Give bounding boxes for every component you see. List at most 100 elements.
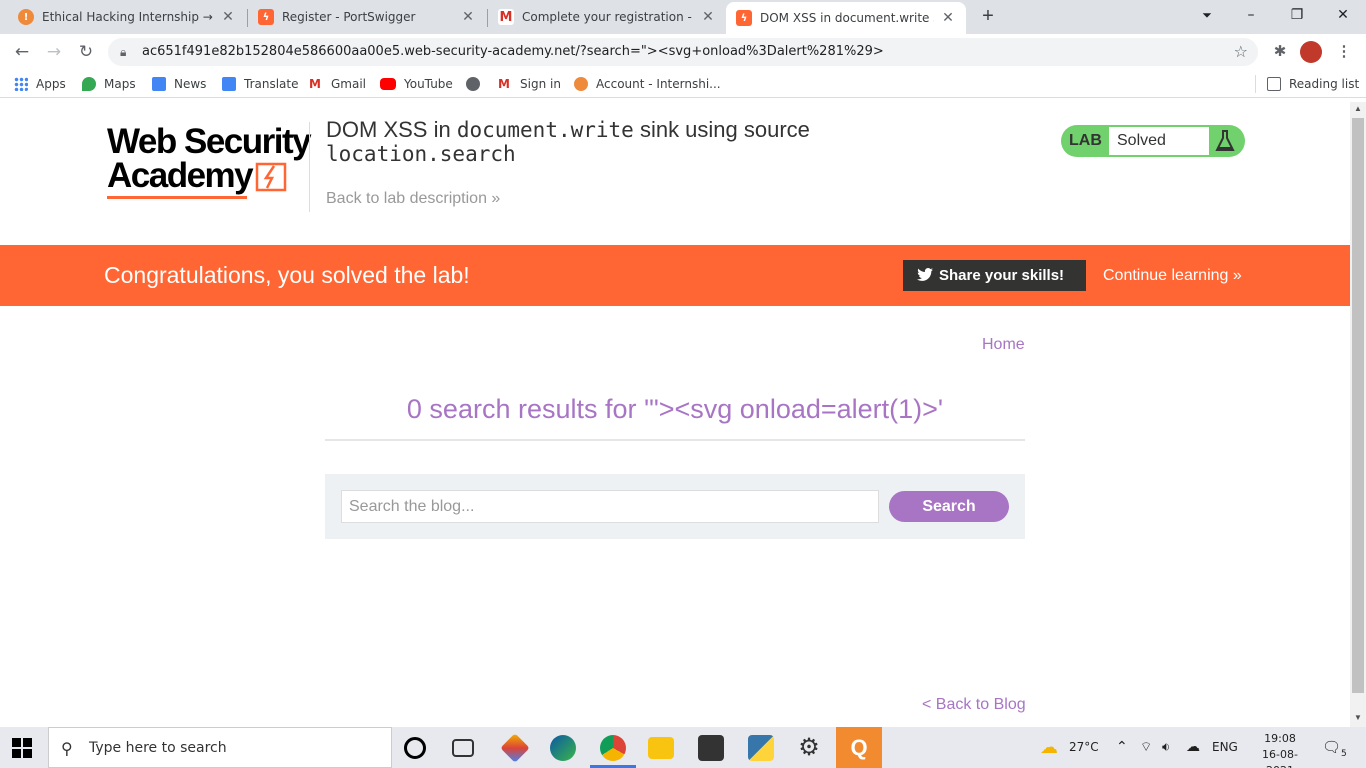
blog-search-input[interactable]: Search the blog... xyxy=(341,490,879,523)
chrome-icon[interactable] xyxy=(600,735,626,761)
browser-tab-active[interactable]: ϟ DOM XSS in document.write sink ✕ xyxy=(726,2,966,34)
reading-list-button[interactable]: Reading list xyxy=(1267,76,1359,92)
settings-gear-icon[interactable]: ⚙ xyxy=(796,735,822,761)
bookmark-maps[interactable]: Maps xyxy=(82,76,136,92)
close-window-button[interactable]: ✕ xyxy=(1320,0,1366,30)
lock-icon[interactable]: 🔒︎ xyxy=(120,38,126,66)
continue-learning-link[interactable]: Continue learning » xyxy=(1103,245,1242,306)
web-security-academy-logo[interactable]: Web Security Academy xyxy=(107,122,312,200)
internship-icon xyxy=(574,77,588,91)
bookmark-label: Sign in xyxy=(520,77,561,91)
tab-title: DOM XSS in document.write sink xyxy=(760,11,934,25)
logo-underline xyxy=(107,196,247,199)
lab-label: LAB xyxy=(1069,132,1102,149)
bookmark-label: Apps xyxy=(36,77,66,91)
share-skills-button[interactable]: Share your skills! xyxy=(903,260,1086,291)
bookmark-news[interactable]: News xyxy=(152,76,206,92)
search-results-heading: 0 search results for '"><svg onload=aler… xyxy=(406,394,944,424)
weather-icon[interactable]: ☁ xyxy=(1040,727,1058,768)
taskbar-search-placeholder: Type here to search xyxy=(89,740,227,756)
page-scrollbar[interactable]: ▲ ▼ xyxy=(1350,102,1366,727)
bookmark-account[interactable]: Account - Internshi... xyxy=(574,76,721,92)
browser-tab[interactable]: M Complete your registration - mo ✕ xyxy=(488,0,726,34)
address-bar[interactable]: 🔒︎ ac651f491e82b152804e586600aa00e5.web-… xyxy=(108,38,1258,66)
lab-status-badge: LAB Solved xyxy=(1061,125,1245,157)
solved-banner: Congratulations, you solved the lab! Sha… xyxy=(0,245,1350,306)
browser-tab[interactable]: ϟ Register - PortSwigger ✕ xyxy=(248,0,486,34)
maps-pin-icon xyxy=(82,77,96,91)
browser-tab[interactable]: ! Ethical Hacking Internship → EH ( ✕ xyxy=(8,0,246,34)
edge-icon[interactable] xyxy=(550,735,576,761)
bookmark-divider xyxy=(1255,75,1256,93)
bookmarks-bar: Apps Maps News Translate M Gmail YouTube… xyxy=(0,70,1366,98)
temperature[interactable]: 27°C xyxy=(1069,727,1099,768)
search-icon: ⚲ xyxy=(61,739,73,758)
home-link[interactable]: Home xyxy=(982,336,1025,354)
portswigger-favicon-icon: ϟ xyxy=(736,10,752,26)
python-icon[interactable] xyxy=(748,735,774,761)
search-button[interactable]: Search xyxy=(889,491,1009,522)
bookmark-youtube[interactable]: YouTube xyxy=(380,76,453,92)
notifications-icon[interactable]: 🗨︎5 xyxy=(1322,727,1347,768)
file-explorer-icon[interactable] xyxy=(648,737,674,759)
bookmark-label: Maps xyxy=(104,77,136,91)
back-to-lab-description-link[interactable]: Back to lab description » xyxy=(326,190,500,208)
menu-dots-icon[interactable]: ⋮ xyxy=(1332,40,1356,64)
close-icon[interactable]: ✕ xyxy=(460,9,476,25)
apps-grid-icon xyxy=(14,77,28,91)
forward-arrow-icon[interactable]: → xyxy=(42,40,66,64)
new-tab-button[interactable]: + xyxy=(977,5,999,27)
chevron-up-icon[interactable]: ⌃ xyxy=(1116,727,1128,768)
task-view-icon[interactable] xyxy=(452,739,474,757)
share-skills-label: Share your skills! xyxy=(939,267,1065,284)
clock[interactable]: 19:08 16-08-2021 xyxy=(1250,731,1310,768)
qbittorrent-icon[interactable]: Q xyxy=(836,727,882,768)
close-icon[interactable]: ✕ xyxy=(700,9,716,25)
news-icon xyxy=(152,77,166,91)
blog-search-form: Search the blog... Search xyxy=(325,474,1025,539)
lab-title-code: location.search xyxy=(326,142,516,166)
reading-list-icon xyxy=(1267,77,1281,91)
store-icon[interactable] xyxy=(698,735,724,761)
bookmark-gmail[interactable]: M Gmail xyxy=(309,76,366,92)
bookmark-apps[interactable]: Apps xyxy=(14,76,66,92)
gmail-icon: M xyxy=(309,77,321,91)
scrollbar-thumb[interactable] xyxy=(1352,118,1364,693)
network-icon[interactable]: ⌔ xyxy=(1140,727,1152,768)
app-icon[interactable] xyxy=(500,733,530,763)
url-text: ac651f491e82b152804e586600aa00e5.web-sec… xyxy=(142,44,884,59)
bookmark-translate[interactable]: Translate xyxy=(222,76,299,92)
extensions-puzzle-icon[interactable]: ✱ xyxy=(1268,40,1292,64)
onedrive-cloud-icon[interactable]: ☁ xyxy=(1186,727,1200,768)
browser-toolbar: ← → ↻ 🔒︎ ac651f491e82b152804e586600aa00e… xyxy=(0,34,1366,70)
minimize-button[interactable]: – xyxy=(1228,0,1274,30)
bookmark-sign-in[interactable]: M Sign in xyxy=(498,76,561,92)
scroll-down-icon[interactable]: ▼ xyxy=(1350,713,1366,722)
cortana-icon[interactable] xyxy=(404,737,426,759)
restore-button[interactable]: ❐ xyxy=(1274,0,1320,30)
language-indicator[interactable]: ENG xyxy=(1212,727,1238,768)
scroll-up-icon[interactable]: ▲ xyxy=(1350,104,1366,113)
lab-status-text: Solved xyxy=(1109,127,1209,155)
bookmark-label: Translate xyxy=(244,77,299,91)
translate-icon xyxy=(222,77,236,91)
back-arrow-icon[interactable]: ← xyxy=(10,40,34,64)
windows-start-icon[interactable] xyxy=(12,738,32,758)
taskbar-search-box[interactable]: ⚲ Type here to search xyxy=(48,727,392,768)
back-to-blog-link[interactable]: < Back to Blog xyxy=(922,696,1026,714)
tab-search-icon[interactable]: ⏷ xyxy=(1184,0,1230,30)
globe-icon xyxy=(466,77,480,91)
reading-list-label: Reading list xyxy=(1289,77,1360,91)
bookmark-globe[interactable] xyxy=(466,76,488,92)
reload-icon[interactable]: ↻ xyxy=(74,40,98,64)
lab-title: DOM XSS in document.write sink using sou… xyxy=(326,118,866,167)
bookmark-label: YouTube xyxy=(404,77,453,91)
volume-icon[interactable]: 🔉︎ xyxy=(1162,727,1170,768)
windows-taskbar: ⚲ Type here to search ⚙ Q ☁ 27°C ⌃ ⌔ 🔉︎ … xyxy=(0,727,1366,768)
clock-time: 19:08 xyxy=(1264,732,1296,745)
profile-avatar[interactable] xyxy=(1300,41,1322,63)
bookmark-star-icon[interactable]: ☆ xyxy=(1234,38,1248,66)
close-icon[interactable]: ✕ xyxy=(940,10,956,26)
close-icon[interactable]: ✕ xyxy=(220,9,236,25)
logo-text-line2: Academy xyxy=(107,156,254,195)
